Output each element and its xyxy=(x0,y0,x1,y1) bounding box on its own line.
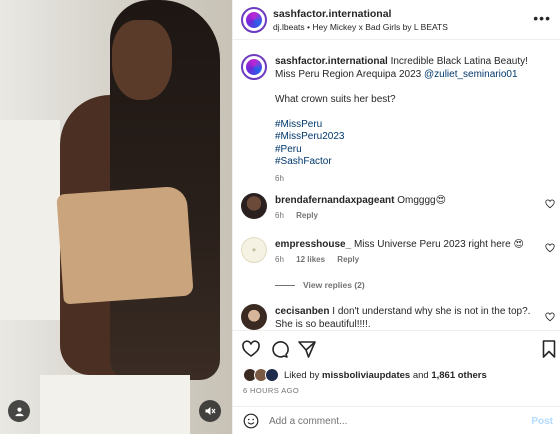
commenter-avatar[interactable] xyxy=(241,304,267,330)
likes-others[interactable]: 1,861 others xyxy=(431,370,486,381)
view-replies-line xyxy=(275,285,295,287)
comment-text: cecisanben I don't understand why she is… xyxy=(275,306,537,331)
caption-text: sashfactor.international Incredible Blac… xyxy=(275,56,555,185)
comment-likes[interactable]: 12 likes xyxy=(296,255,325,264)
caption-avatar[interactable] xyxy=(241,54,267,80)
caption-question: What crown suits her best? xyxy=(275,93,396,105)
post-timestamp[interactable]: 6 HOURS AGO xyxy=(243,386,299,395)
add-comment-bar: Add a comment... Post xyxy=(233,406,560,434)
action-bar xyxy=(233,330,560,366)
comment-message: Omgggg😍 xyxy=(397,195,447,206)
post-header: sashfactor.international dj.lbeats • Hey… xyxy=(233,0,560,40)
comment-username[interactable]: cecisanben xyxy=(275,306,329,317)
audio-attribution[interactable]: dj.lbeats • Hey Mickey x Bad Girls by L … xyxy=(273,22,448,32)
comment-text: empresshouse_ Miss Universe Peru 2023 ri… xyxy=(275,239,537,252)
comment-username[interactable]: brendafernandaxpageant xyxy=(275,195,394,206)
comment-message: Miss Universe Peru 2023 right here 😍 xyxy=(353,239,524,250)
caption-line1: Incredible Black Latina Beauty! xyxy=(390,56,528,67)
comment-time: 6h xyxy=(275,255,284,264)
likes-prefix: Liked by xyxy=(284,369,323,381)
comment-text: brendafernandaxpageant Omgggg😍 xyxy=(275,195,537,208)
heart-icon[interactable] xyxy=(241,339,261,359)
hashtag[interactable]: #MissPeru2023 xyxy=(275,131,344,142)
commenter-avatar[interactable] xyxy=(241,193,267,219)
comment-meta: 6h 12 likes Reply xyxy=(275,255,369,264)
liker-avatar xyxy=(265,368,279,382)
emoji-icon[interactable] xyxy=(243,413,259,429)
hashtag[interactable]: #SashFactor xyxy=(275,156,332,167)
more-options-icon[interactable]: ••• xyxy=(533,10,551,26)
media-figure-pants xyxy=(40,375,190,434)
likes-summary: Liked by missboliviaupdates and 1,861 ot… xyxy=(243,366,487,384)
reply-button[interactable]: Reply xyxy=(296,211,318,220)
likes-middle: and xyxy=(410,369,432,381)
post-button[interactable]: Post xyxy=(531,416,553,427)
mute-icon xyxy=(205,407,216,415)
liker-username[interactable]: missboliviaupdates xyxy=(322,370,410,381)
media-door xyxy=(0,120,60,320)
comment-username[interactable]: empresshouse_ xyxy=(275,239,351,250)
comment-like-icon[interactable] xyxy=(545,199,555,209)
comment-like-icon[interactable] xyxy=(545,312,555,322)
comment-like-icon[interactable] xyxy=(545,243,555,253)
author-avatar[interactable] xyxy=(241,7,267,33)
commenter-avatar[interactable]: ✧ xyxy=(241,237,267,263)
reply-button[interactable]: Reply xyxy=(337,255,359,264)
comment-time: 6h xyxy=(275,211,284,220)
author-username[interactable]: sashfactor.international xyxy=(273,8,391,20)
user-tag-icon xyxy=(14,407,24,416)
hashtag[interactable]: #Peru xyxy=(275,144,302,155)
bookmark-icon[interactable] xyxy=(539,339,559,359)
comment-icon[interactable] xyxy=(269,339,289,359)
comment-meta: 6h Reply xyxy=(275,211,328,220)
post-panel: sashfactor.international dj.lbeats • Hey… xyxy=(232,0,560,434)
caption-time: 6h xyxy=(275,173,284,183)
share-icon[interactable] xyxy=(297,339,317,359)
comment-input[interactable]: Add a comment... xyxy=(269,416,347,427)
mute-button[interactable] xyxy=(199,400,221,422)
hashtag[interactable]: #MissPeru xyxy=(275,119,322,130)
user-tag-button[interactable] xyxy=(8,400,30,422)
media-figure-top xyxy=(56,185,194,305)
caption-username[interactable]: sashfactor.international xyxy=(275,56,388,67)
caption-mention[interactable]: @zuliet_seminario01 xyxy=(424,69,518,80)
caption-line2: Miss Peru Region Arequipa 2023 xyxy=(275,68,424,80)
view-replies-button[interactable]: View replies (2) xyxy=(275,280,365,290)
likes-text: Liked by missboliviaupdates and 1,861 ot… xyxy=(284,370,487,381)
view-replies-label: View replies (2) xyxy=(303,280,365,290)
post-media[interactable] xyxy=(0,0,232,434)
media-figure-face xyxy=(112,20,172,100)
